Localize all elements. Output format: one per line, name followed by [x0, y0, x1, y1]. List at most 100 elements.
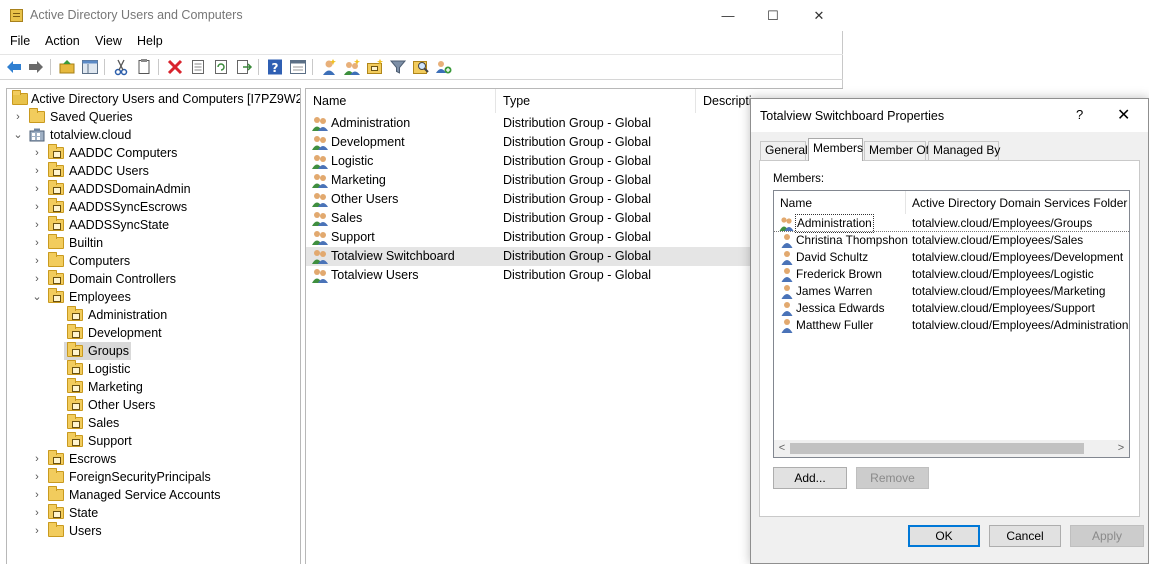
remove-button[interactable]: Remove: [856, 467, 929, 489]
tree-item-foreignsecurityprincipals[interactable]: › ForeignSecurityPrincipals: [7, 468, 300, 486]
tree-item-aaddc-users[interactable]: › AADDC Users: [7, 162, 300, 180]
copy-icon[interactable]: [135, 58, 153, 76]
member-row[interactable]: David Schultz totalview.cloud/Employees/D…: [774, 249, 1129, 266]
menu-action[interactable]: Action: [45, 34, 80, 48]
group-icon: [779, 217, 794, 231]
menu-view[interactable]: View: [95, 34, 122, 48]
delete-icon[interactable]: [166, 58, 184, 76]
tree-item-aaddsdomainadmin[interactable]: › AADDSDomainAdmin: [7, 180, 300, 198]
scroll-right-arrow[interactable]: >: [1113, 440, 1129, 457]
chevron-right-icon[interactable]: ›: [32, 504, 42, 522]
member-row[interactable]: James Warren totalview.cloud/Employees/Ma…: [774, 283, 1129, 300]
tree-item-managed-service-accounts[interactable]: › Managed Service Accounts: [7, 486, 300, 504]
tree-item-builtin[interactable]: › Builtin: [7, 234, 300, 252]
new-ou-icon[interactable]: [366, 58, 384, 76]
tree-item-users[interactable]: › Users: [7, 522, 300, 540]
members-column-folder[interactable]: Active Directory Domain Services Folder: [906, 191, 1129, 214]
help-icon[interactable]: ?: [266, 58, 284, 76]
refresh-icon[interactable]: [212, 58, 230, 76]
tab-managed-by[interactable]: Managed By: [928, 141, 1000, 160]
console-icon[interactable]: [289, 58, 307, 76]
chevron-right-icon[interactable]: ›: [32, 198, 42, 216]
maximize-button[interactable]: ☐: [750, 0, 796, 31]
up-folder-icon[interactable]: [58, 58, 76, 76]
chevron-right-icon[interactable]: ›: [32, 234, 42, 252]
tree-pane[interactable]: Active Directory Users and Computers [I7…: [6, 88, 301, 564]
member-row[interactable]: Jessica Edwards totalview.cloud/Employees…: [774, 300, 1129, 317]
tree-item-label: Computers: [69, 254, 131, 268]
chevron-right-icon[interactable]: ›: [32, 180, 42, 198]
members-list[interactable]: Name Active Directory Domain Services Fo…: [773, 190, 1130, 458]
export-icon[interactable]: [235, 58, 253, 76]
add-to-group-icon[interactable]: [435, 58, 453, 76]
properties-icon[interactable]: [189, 58, 207, 76]
tree-item-aaddc-computers[interactable]: › AADDC Computers: [7, 144, 300, 162]
tree-item-marketing[interactable]: Marketing: [7, 378, 300, 396]
menu-file[interactable]: File: [10, 34, 30, 48]
chevron-right-icon[interactable]: ›: [32, 522, 42, 540]
member-row[interactable]: Frederick Brown totalview.cloud/Employees…: [774, 266, 1129, 283]
member-row[interactable]: Christina Thompshon totalview.cloud/Emplo…: [774, 232, 1129, 249]
tree-item-groups[interactable]: Groups: [64, 342, 131, 360]
list-row-name: Totalview Users: [331, 268, 419, 282]
chevron-right-icon[interactable]: ›: [32, 144, 42, 162]
tree-item-aaddssyncescrows[interactable]: › AADDSSyncEscrows: [7, 198, 300, 216]
new-group-icon[interactable]: [343, 58, 361, 76]
chevron-right-icon[interactable]: ›: [13, 108, 23, 126]
tree-root[interactable]: Active Directory Users and Computers [I7…: [7, 90, 300, 108]
folder-icon: [29, 108, 45, 123]
tree-item-escrows[interactable]: › Escrows: [7, 450, 300, 468]
dialog-close-button[interactable]: ✕: [1117, 105, 1130, 125]
dialog-help-button[interactable]: ?: [1076, 107, 1083, 122]
scrollbar-thumb[interactable]: [790, 443, 1084, 454]
find-icon[interactable]: [412, 58, 430, 76]
tree-item-domain-controllers[interactable]: › Domain Controllers: [7, 270, 300, 288]
tree-item-computers[interactable]: › Computers: [7, 252, 300, 270]
group-icon: [312, 250, 328, 264]
tree-item-state[interactable]: › State: [7, 504, 300, 522]
chevron-right-icon[interactable]: ›: [32, 252, 42, 270]
apply-button[interactable]: Apply: [1070, 525, 1144, 547]
back-icon[interactable]: [5, 58, 23, 76]
column-header-type[interactable]: Type: [496, 89, 696, 113]
cancel-button[interactable]: Cancel: [989, 525, 1061, 547]
tree-item-sales[interactable]: Sales: [7, 414, 300, 432]
tab-member-of[interactable]: Member Of: [864, 141, 929, 160]
chevron-right-icon[interactable]: ›: [32, 216, 42, 234]
chevron-right-icon[interactable]: ›: [32, 468, 42, 486]
tree-item-logistic[interactable]: Logistic: [7, 360, 300, 378]
member-row[interactable]: Administration totalview.cloud/Employees/…: [774, 214, 1129, 233]
chevron-right-icon[interactable]: ›: [32, 450, 42, 468]
tree-item-development[interactable]: Development: [7, 324, 300, 342]
chevron-down-icon[interactable]: ⌄: [32, 288, 42, 306]
tree-item-employees[interactable]: ⌄ Employees: [7, 288, 300, 306]
horizontal-scrollbar[interactable]: < >: [774, 440, 1129, 457]
members-column-name[interactable]: Name: [774, 191, 906, 214]
chevron-right-icon[interactable]: ›: [32, 270, 42, 288]
column-header-name[interactable]: Name: [306, 89, 496, 113]
cut-icon[interactable]: [112, 58, 130, 76]
ok-button[interactable]: OK: [908, 525, 980, 547]
add-button[interactable]: Add...: [773, 467, 847, 489]
new-user-icon[interactable]: [320, 58, 338, 76]
chevron-right-icon[interactable]: ›: [32, 162, 42, 180]
tree-item-domain[interactable]: ⌄ totalview.cloud: [7, 126, 300, 144]
menu-help[interactable]: Help: [137, 34, 163, 48]
show-tree-icon[interactable]: [81, 58, 99, 76]
filter-icon[interactable]: [389, 58, 407, 76]
tab-members[interactable]: Members: [808, 138, 863, 161]
tab-general[interactable]: General: [760, 141, 808, 160]
scroll-left-arrow[interactable]: <: [774, 440, 790, 457]
member-folder: totalview.cloud/Employees/Logistic: [912, 267, 1094, 281]
member-row[interactable]: Matthew Fuller totalview.cloud/Employees/…: [774, 317, 1129, 334]
tree-item-other-users[interactable]: Other Users: [7, 396, 300, 414]
tree-item-saved-queries[interactable]: › Saved Queries: [7, 108, 300, 126]
forward-icon[interactable]: [27, 58, 45, 76]
minimize-button[interactable]: —: [705, 0, 751, 31]
tree-item-support[interactable]: Support: [7, 432, 300, 450]
close-button[interactable]: ✕: [796, 0, 842, 31]
tree-item-administration[interactable]: Administration: [7, 306, 300, 324]
chevron-right-icon[interactable]: ›: [32, 486, 42, 504]
tree-item-aaddssyncstate[interactable]: › AADDSSyncState: [7, 216, 300, 234]
chevron-down-icon[interactable]: ⌄: [13, 126, 23, 144]
